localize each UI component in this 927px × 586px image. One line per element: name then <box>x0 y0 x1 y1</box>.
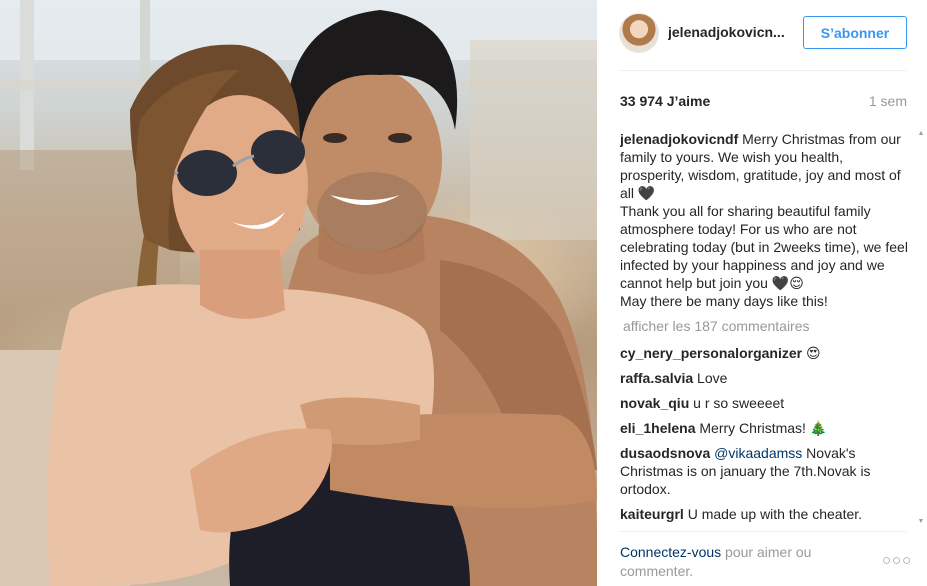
comment-username[interactable]: novak_qiu <box>620 395 689 411</box>
comment-item: kaiteurgrl U made up with the cheater. <box>620 505 910 522</box>
comment-item: dusaodsnova @vikaadamss Novak's Christma… <box>620 444 910 498</box>
comment-item: eli_1helena Merry Christmas! 🎄 <box>620 419 910 437</box>
follow-button[interactable]: S’abonner <box>803 16 907 49</box>
comment-item: cy_nery_personalorganizer 😍 <box>620 344 910 362</box>
comment-item: novak_qiu u r so sweeeet <box>620 394 910 412</box>
comment-username[interactable]: dusaodsnova <box>620 445 710 461</box>
caption-username[interactable]: jelenadjokovicndf <box>620 131 738 147</box>
scroll-down-icon[interactable]: ▼ <box>917 518 925 526</box>
comments-scrollbar[interactable]: ▲ ▼ <box>917 130 925 526</box>
comment-text: 😍 <box>802 345 821 361</box>
footer-divider <box>619 531 907 532</box>
comment-text: Love <box>693 370 728 386</box>
avatar[interactable] <box>619 13 659 53</box>
comment-text: U made up with the cheater. <box>683 506 863 522</box>
comment-username[interactable]: raffa.salvia <box>620 370 693 386</box>
stats-row: 33 974 J’aime 1 sem <box>620 93 907 111</box>
comment-text: u r so sweeeet <box>689 395 785 411</box>
post-time[interactable]: 1 sem <box>869 93 907 109</box>
caption-text: Merry Christmas from our family to yours… <box>620 131 908 309</box>
comment-text: Merry Christmas! 🎄 <box>695 420 828 436</box>
post-details-panel: jelenadjokovicn... S’abonner 33 974 J’ai… <box>597 0 927 586</box>
login-prompt: Connectez-vous pour aimer ou commenter. <box>620 543 850 581</box>
header-divider <box>619 70 907 71</box>
comment-username[interactable]: eli_1helena <box>620 420 696 436</box>
comment-username[interactable]: kaiteurgrl <box>620 506 684 522</box>
comment-username[interactable]: cy_nery_personalorganizer <box>620 345 802 361</box>
caption: jelenadjokovicndf Merry Christmas from o… <box>620 130 910 310</box>
photo-illustration <box>0 0 597 586</box>
author-username[interactable]: jelenadjokovicn... <box>668 24 792 40</box>
load-more-comments-link[interactable]: afficher les 187 commentaires <box>623 317 910 335</box>
comment-item: raffa.salvia Love <box>620 369 910 387</box>
login-link[interactable]: Connectez-vous <box>620 544 721 560</box>
post-header: jelenadjokovicn... S’abonner <box>597 0 927 70</box>
more-options-icon[interactable]: ○○○ <box>882 552 912 569</box>
post-photo <box>0 0 597 586</box>
scroll-up-icon[interactable]: ▲ <box>917 130 925 138</box>
comment-mention[interactable]: @vikaadamss <box>710 445 802 461</box>
comments-list[interactable]: jelenadjokovicndf Merry Christmas from o… <box>620 130 910 522</box>
likes-count[interactable]: 33 974 J’aime <box>620 93 710 109</box>
